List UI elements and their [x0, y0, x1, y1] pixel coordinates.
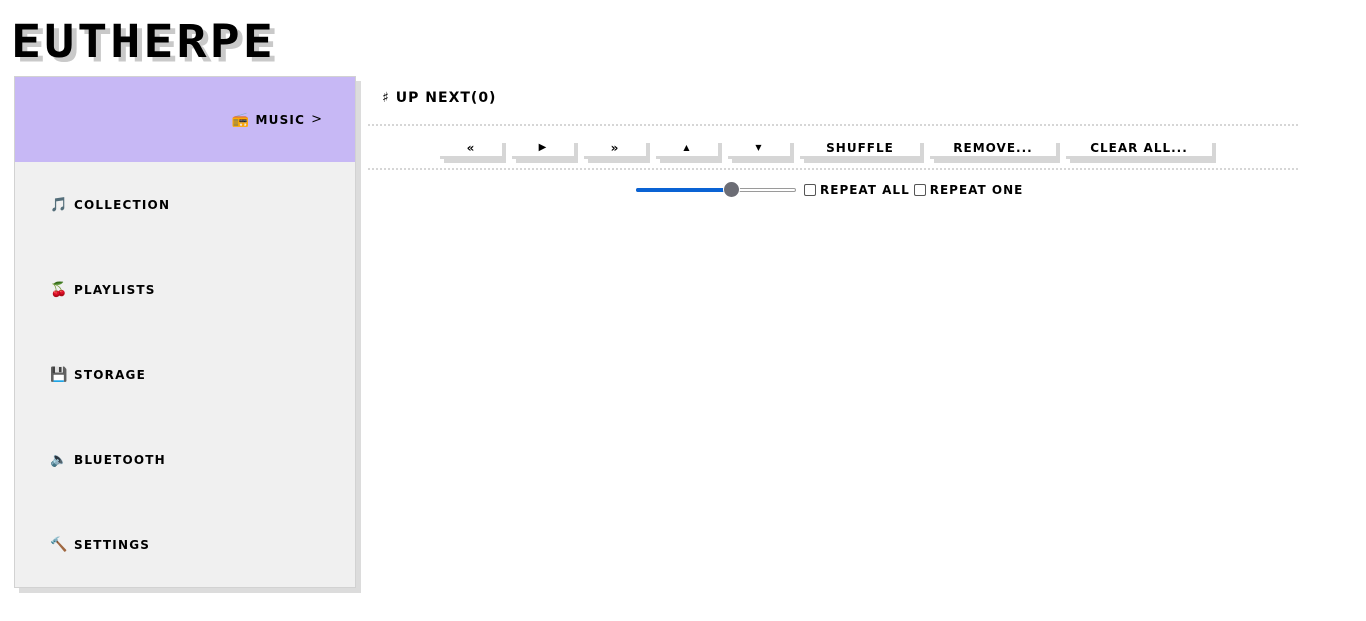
sidebar-item-music[interactable]: 📻 MUSIC >	[15, 77, 355, 162]
sidebar-item-bluetooth[interactable]: 🔈 BLUETOOTH	[15, 417, 355, 502]
music-icon: 🎵	[50, 196, 68, 213]
remove-button[interactable]: REMOVE...	[930, 139, 1056, 159]
repeat-one-checkbox[interactable]	[913, 184, 926, 196]
play-button[interactable]: ▶	[512, 139, 574, 159]
cherries-icon: 🍒	[50, 281, 68, 298]
previous-button[interactable]: «	[440, 139, 502, 159]
playback-controls: REPEAT ALL REPEAT ONE	[636, 181, 1024, 198]
repeat-all-checkbox[interactable]	[804, 184, 816, 196]
shuffle-button[interactable]: SHUFFLE	[800, 139, 920, 159]
slider-fill	[636, 188, 732, 192]
sidebar-item-label: PLAYLISTS	[74, 282, 156, 297]
sidebar-item-label: BLUETOOTH	[74, 452, 166, 467]
app-logo: EUTHERPE	[11, 15, 276, 69]
sidebar-item-collection[interactable]: 🎵 COLLECTION	[15, 162, 355, 247]
queue-header: ♯ UP NEXT (0)	[382, 90, 496, 106]
move-up-button[interactable]: ▲	[656, 139, 718, 159]
next-button[interactable]: »	[584, 139, 646, 159]
hammer-icon: 🔨	[50, 536, 68, 553]
divider	[368, 124, 1298, 126]
queue-toolbar: « ▶ » ▲ ▼ SHUFFLE REMOVE... CLEAR ALL...	[440, 139, 1222, 159]
floppy-disk-icon: 💾	[50, 366, 68, 383]
sharp-icon: ♯	[382, 90, 390, 106]
sidebar-item-label: MUSIC	[255, 112, 306, 127]
queue-title: UP NEXT	[395, 90, 471, 106]
divider	[368, 168, 1298, 170]
queue-count: (0)	[470, 90, 497, 106]
sidebar-item-label: STORAGE	[74, 367, 147, 382]
sidebar-item-storage[interactable]: 💾 STORAGE	[15, 332, 355, 417]
repeat-all-label: REPEAT ALL	[820, 183, 910, 197]
chevron-right-icon: >	[311, 112, 322, 127]
sidebar-item-label: SETTINGS	[74, 537, 151, 552]
sidebar: 📻 MUSIC > 🎵 COLLECTION 🍒 PLAYLISTS 💾 STO…	[14, 76, 356, 588]
sidebar-item-playlists[interactable]: 🍒 PLAYLISTS	[15, 247, 355, 332]
radio-icon: 📻	[231, 111, 250, 128]
volume-slider[interactable]	[636, 181, 796, 198]
sidebar-item-settings[interactable]: 🔨 SETTINGS	[15, 502, 355, 587]
repeat-one-option[interactable]: REPEAT ONE	[913, 183, 1024, 197]
clear-all-button[interactable]: CLEAR ALL...	[1066, 139, 1212, 159]
repeat-all-option[interactable]: REPEAT ALL	[804, 183, 910, 197]
slider-thumb[interactable]	[723, 181, 740, 198]
speaker-icon: 🔈	[50, 451, 68, 468]
repeat-one-label: REPEAT ONE	[929, 183, 1024, 197]
sidebar-item-label: COLLECTION	[74, 197, 171, 212]
move-down-button[interactable]: ▼	[728, 139, 790, 159]
